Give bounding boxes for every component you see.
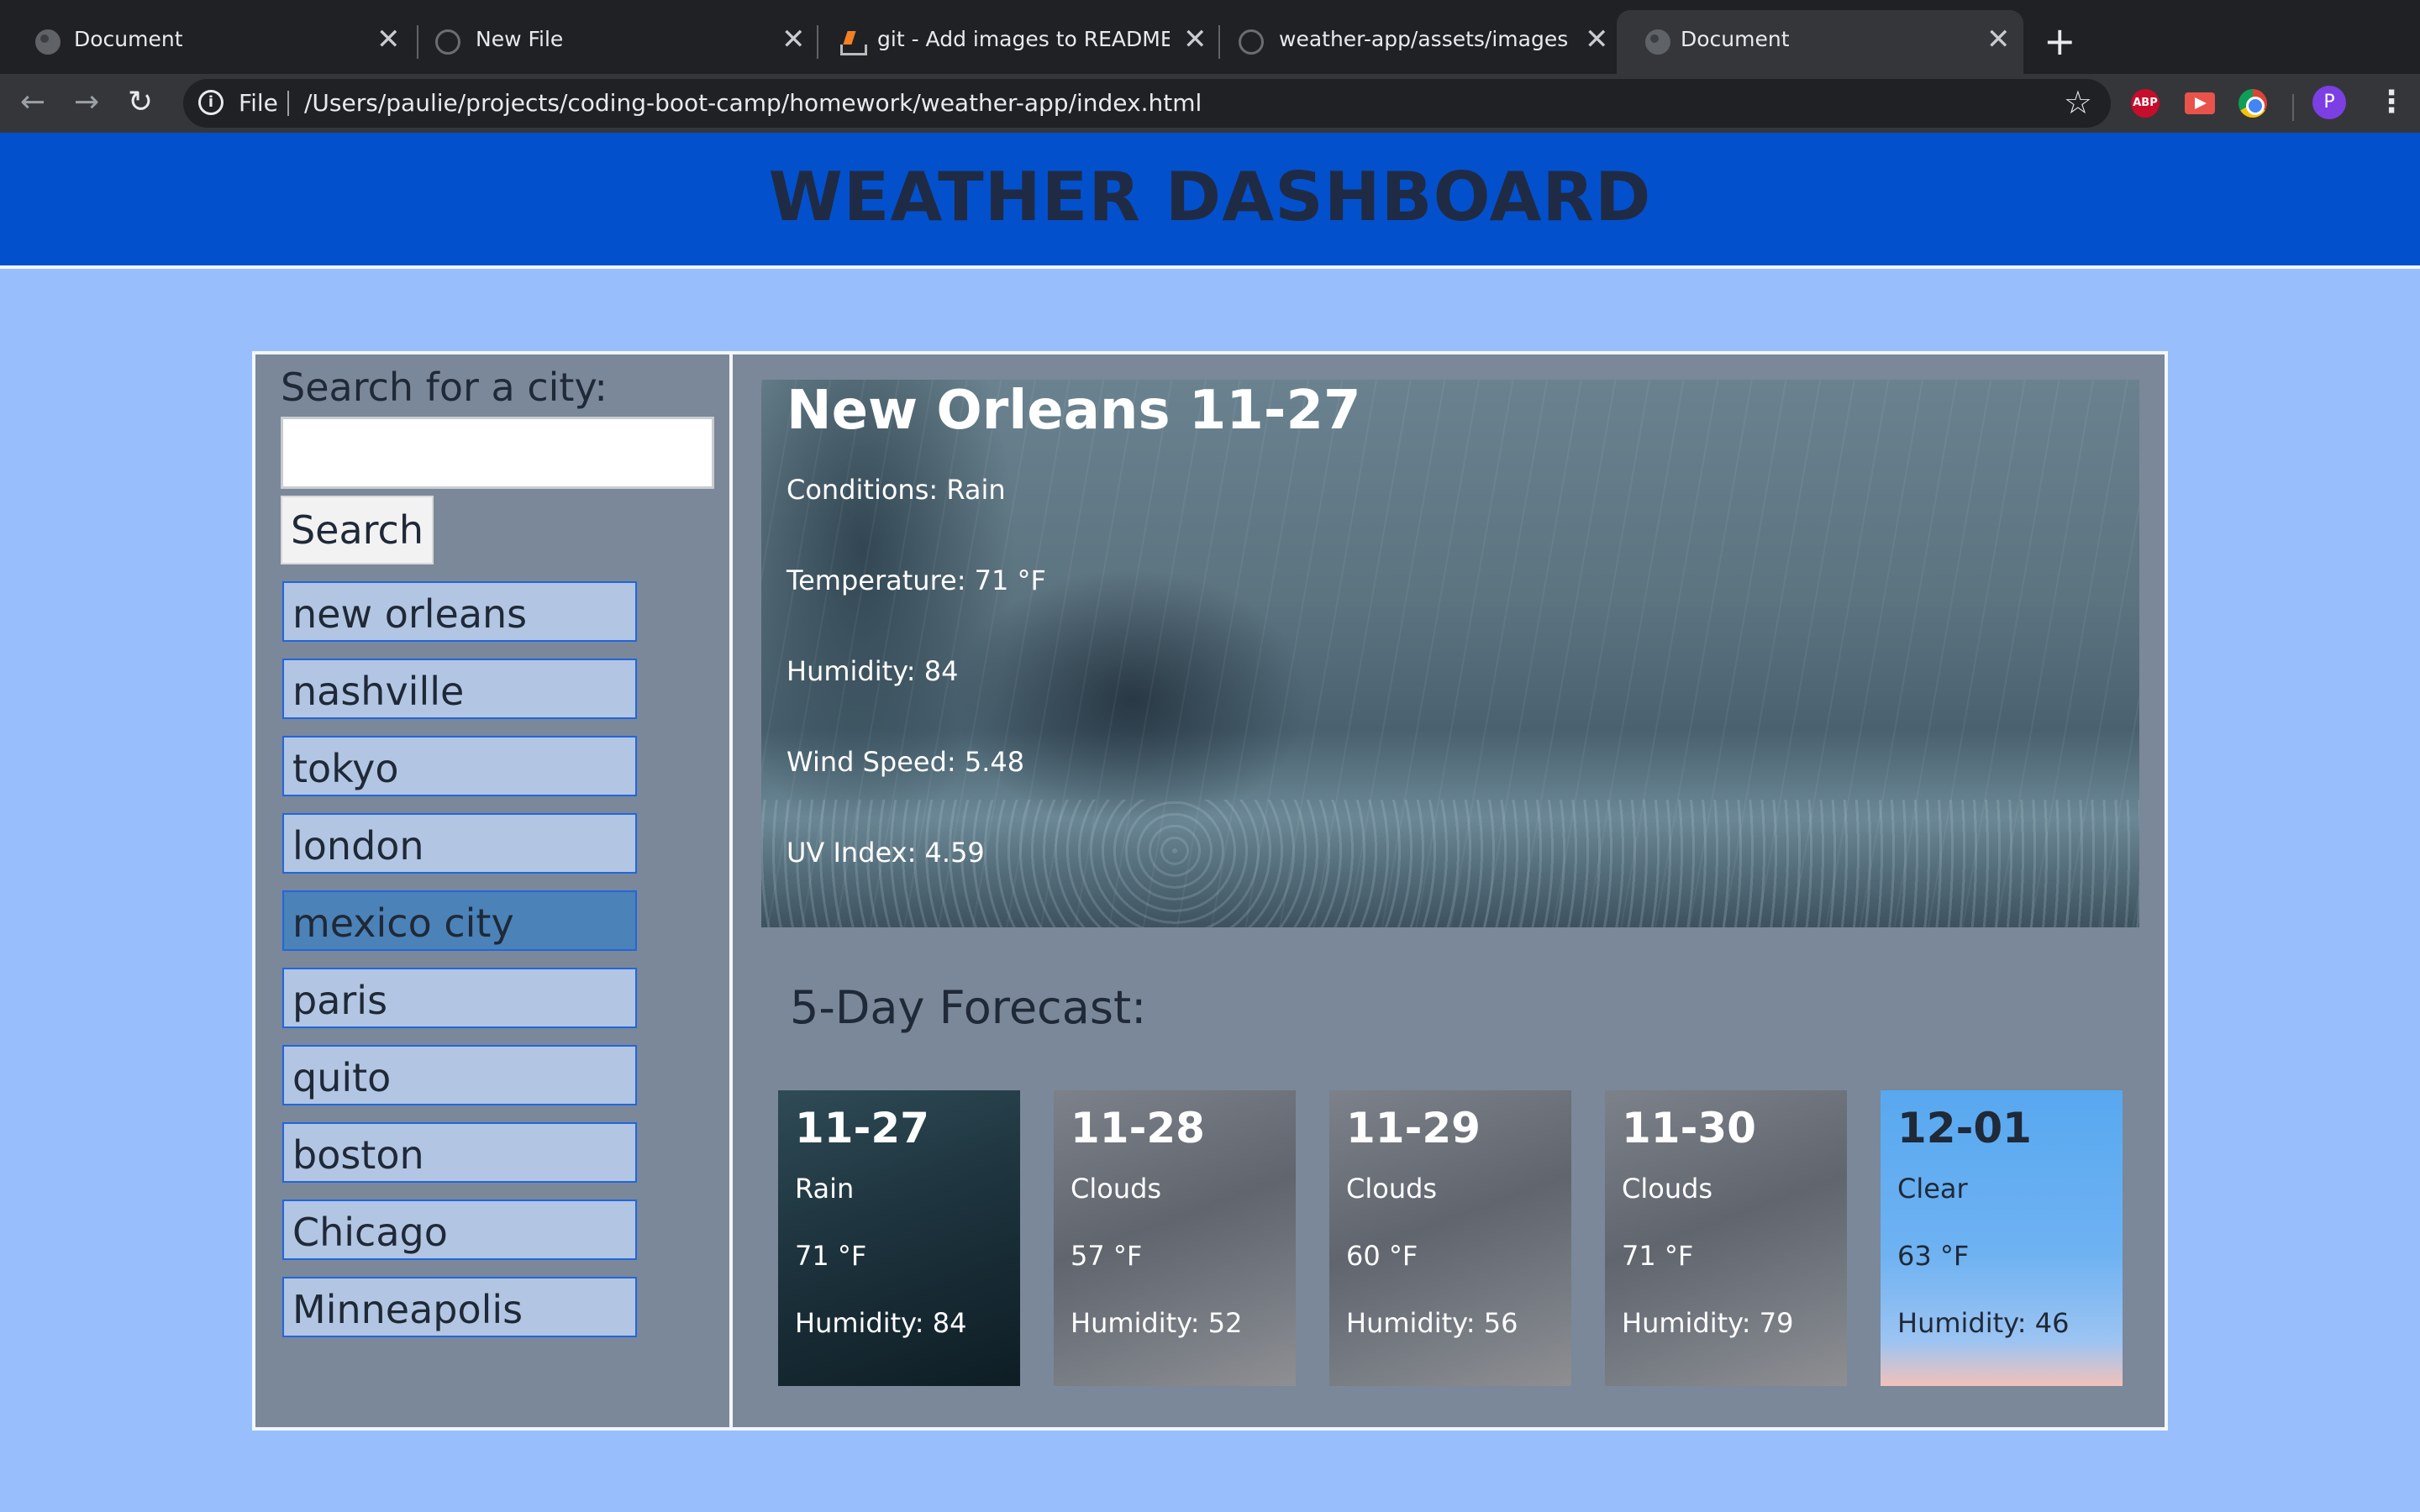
history-item[interactable]: Chicago	[282, 1200, 637, 1260]
back-arrow-icon[interactable]: ←	[20, 82, 45, 123]
forecast-condition: Clouds	[1346, 1173, 1438, 1205]
tab-title: Document	[74, 27, 183, 51]
tab-close-icon[interactable]: ✕	[1986, 25, 2011, 54]
reload-icon[interactable]: ↻	[128, 82, 153, 123]
new-tab-button[interactable]: +	[2044, 22, 2076, 60]
tab-close-icon[interactable]: ✕	[1183, 25, 1207, 54]
forecast-humidity: Humidity: 46	[1897, 1307, 2070, 1339]
history-item[interactable]: boston	[282, 1122, 637, 1183]
forecast-date: 11-27	[795, 1104, 929, 1152]
profile-avatar[interactable]: P	[2312, 86, 2346, 119]
forecast-condition: Clear	[1897, 1173, 1968, 1205]
bookmark-star-icon[interactable]: ☆	[2064, 84, 2092, 121]
history-item[interactable]: quito	[282, 1045, 637, 1105]
current-temperature: Temperature: 71 °F	[786, 564, 1046, 596]
current-uv-index: UV Index: 4.59	[786, 837, 985, 869]
page-header: WEATHER DASHBOARD	[0, 133, 2420, 269]
current-wind-speed: Wind Speed: 5.48	[786, 746, 1025, 778]
current-city-heading: New Orleans 11-27	[786, 380, 1361, 442]
history-item[interactable]: nashville	[282, 659, 637, 719]
forecast-date: 11-30	[1622, 1104, 1756, 1152]
forecast-humidity: Humidity: 79	[1622, 1307, 1794, 1339]
tab-title: weather-app/assets/images at m	[1279, 27, 1568, 51]
browser-tab[interactable]: Document ✕	[0, 10, 415, 74]
github-icon	[435, 29, 460, 55]
page-title: WEATHER DASHBOARD	[768, 158, 1652, 236]
forecast-temperature: 60 °F	[1346, 1240, 1418, 1272]
info-icon[interactable]: i	[198, 90, 224, 115]
history-item[interactable]: new orleans	[282, 581, 637, 642]
weather-main: New Orleans 11-27 Conditions: Rain Tempe…	[736, 354, 2165, 1427]
forecast-condition: Rain	[795, 1173, 855, 1205]
forecast-card: 11-29 Clouds 60 °F Humidity: 56	[1329, 1090, 1571, 1386]
tab-close-icon[interactable]: ✕	[781, 25, 806, 54]
globe-icon	[35, 29, 60, 55]
url-text[interactable]: /Users/paulie/projects/coding-boot-camp/…	[304, 89, 1202, 117]
forecast-condition: Clouds	[1071, 1173, 1162, 1205]
tab-title: git - Add images to README.md	[877, 27, 1170, 51]
forecast-card: 11-27 Rain 71 °F Humidity: 84	[778, 1090, 1020, 1386]
tab-title: Document	[1681, 27, 1790, 51]
forward-arrow-icon[interactable]: →	[74, 82, 99, 123]
history-item[interactable]: paris	[282, 968, 637, 1028]
forecast-card: 12-01 Clear 63 °F Humidity: 46	[1881, 1090, 2123, 1386]
search-sidebar: Search for a city: Search new orleans nas…	[255, 354, 733, 1427]
browser-toolbar: ← → ↻ i File /Users/paulie/projects/codi…	[0, 74, 2420, 133]
address-bar[interactable]: i File /Users/paulie/projects/coding-boo…	[183, 79, 2111, 128]
city-search-input[interactable]	[281, 417, 714, 489]
globe-icon	[1645, 29, 1670, 55]
tab-close-icon[interactable]: ✕	[1585, 25, 1609, 54]
forecast-condition: Clouds	[1622, 1173, 1713, 1205]
forecast-temperature: 57 °F	[1071, 1240, 1143, 1272]
video-extension-icon[interactable]	[2185, 92, 2215, 114]
browser-tab-bar: Document ✕ New File ✕ git - Add images t…	[0, 0, 2420, 81]
toolbar-divider	[2292, 94, 2294, 121]
url-scheme: File	[239, 89, 278, 117]
adblock-extension-icon[interactable]: ABP	[2131, 89, 2160, 118]
forecast-temperature: 63 °F	[1897, 1240, 1970, 1272]
current-conditions: Conditions: Rain	[786, 474, 1006, 506]
browser-tab[interactable]: weather-app/assets/images at m ✕	[1205, 10, 1612, 74]
address-divider	[287, 91, 289, 116]
forecast-temperature: 71 °F	[795, 1240, 867, 1272]
tab-close-icon[interactable]: ✕	[376, 25, 401, 54]
forecast-title: 5-Day Forecast:	[790, 981, 1147, 1034]
history-item[interactable]: mexico city	[282, 890, 637, 951]
forecast-date: 12-01	[1897, 1104, 2032, 1152]
forecast-humidity: Humidity: 84	[795, 1307, 967, 1339]
tab-title: New File	[476, 27, 564, 51]
forecast-date: 11-28	[1071, 1104, 1205, 1152]
forecast-date: 11-29	[1346, 1104, 1481, 1152]
current-weather-panel: New Orleans 11-27 Conditions: Rain Tempe…	[761, 380, 2139, 927]
current-humidity: Humidity: 84	[786, 655, 959, 687]
forecast-humidity: Humidity: 56	[1346, 1307, 1518, 1339]
github-icon	[1239, 29, 1264, 55]
forecast-card: 11-30 Clouds 71 °F Humidity: 79	[1605, 1090, 1847, 1386]
forecast-card: 11-28 Clouds 57 °F Humidity: 52	[1054, 1090, 1296, 1386]
dashboard-container: Search for a city: Search new orleans nas…	[252, 351, 2168, 1431]
stackoverflow-icon	[839, 29, 867, 55]
chrome-extension-icon[interactable]	[2238, 89, 2267, 118]
browser-tab[interactable]: git - Add images to README.md ✕	[803, 10, 1210, 74]
search-label: Search for a city:	[281, 365, 608, 410]
forecast-temperature: 71 °F	[1622, 1240, 1694, 1272]
browser-tab-active[interactable]: Document ✕	[1617, 10, 2023, 74]
forecast-humidity: Humidity: 52	[1071, 1307, 1243, 1339]
search-button[interactable]: Search	[281, 496, 434, 564]
history-item[interactable]: Minneapolis	[282, 1277, 637, 1337]
history-item[interactable]: london	[282, 813, 637, 874]
more-menu-icon[interactable]: ⋮	[2376, 84, 2407, 121]
browser-tab[interactable]: New File ✕	[402, 10, 808, 74]
history-item[interactable]: tokyo	[282, 736, 637, 796]
